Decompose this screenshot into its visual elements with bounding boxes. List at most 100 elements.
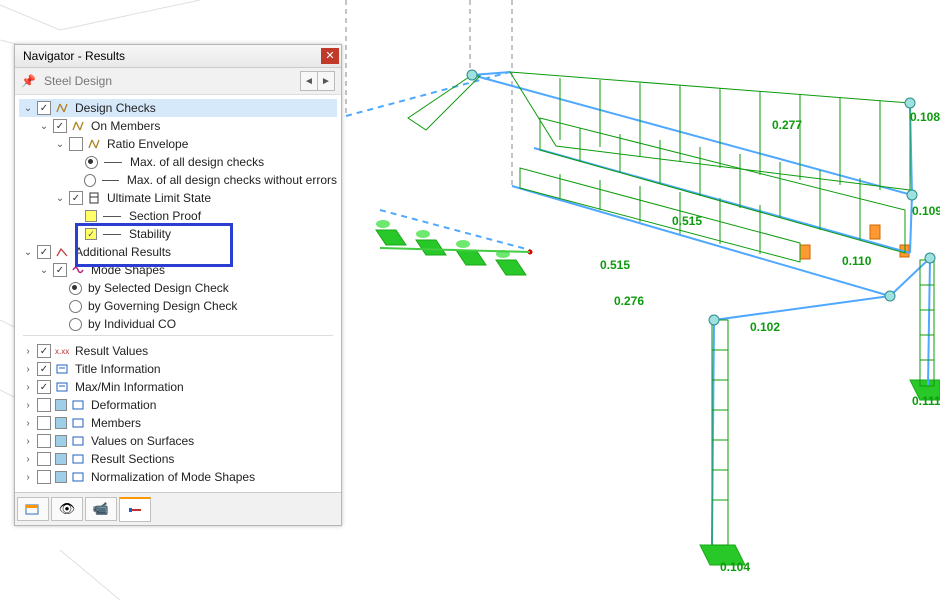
checkbox[interactable] [37,101,51,115]
sections-icon [71,452,85,466]
color-swatch [55,399,67,411]
checkbox[interactable] [37,434,51,448]
members-icon [71,416,85,430]
dash-icon [103,234,121,235]
mode-shapes-icon [71,263,85,277]
checkbox[interactable] [37,362,51,376]
tree-item-ratio-envelope[interactable]: ⌄ Ratio Envelope [19,135,337,153]
vp-label: 0.111 [912,394,940,408]
close-button[interactable]: ✕ [321,48,339,64]
vp-label: 0.110 [842,254,871,268]
tree-item-by-selected[interactable]: by Selected Design Check [19,279,337,297]
navigator-panel: Navigator - Results ✕ 📌 Steel Design ◄ ►… [14,44,342,526]
prev-button[interactable]: ◄ [300,71,318,91]
pin-icon[interactable]: 📌 [21,74,36,88]
panel-toolbar: 📌 Steel Design ◄ ► [15,68,341,95]
panel-titlebar[interactable]: Navigator - Results ✕ [15,45,341,68]
tree-item-deformation[interactable]: › Deformation [19,396,337,414]
checkbox[interactable] [53,119,67,133]
vp-label: 0.104 [720,560,750,574]
tree-item-section-proof[interactable]: Section Proof [19,207,337,225]
vp-label: 0.102 [750,320,780,334]
supports-group [376,220,940,565]
tab-display[interactable] [17,497,49,521]
svg-text:x.xx: x.xx [55,347,69,356]
expander-icon[interactable]: › [23,418,33,429]
tree-item-by-individual-co[interactable]: by Individual CO [19,315,337,333]
tree-item-mode-shapes[interactable]: ⌄ Mode Shapes [19,261,337,279]
tree-item-stability[interactable]: ✓ Stability [19,225,337,243]
vp-label: 0.108 [910,110,940,124]
tree-item-result-sections[interactable]: › Result Sections [19,450,337,468]
color-swatch [55,453,67,465]
member-icon [55,101,69,115]
checkbox[interactable] [37,380,51,394]
results-icon [55,245,69,259]
tree-item-on-members[interactable]: ⌄ On Members [19,117,337,135]
tree-item-max-no-errors[interactable]: Max. of all design checks without errors [19,171,337,189]
expander-icon[interactable]: ⌄ [39,121,49,132]
radio[interactable] [85,156,98,169]
results-tree[interactable]: ⌄ Design Checks ⌄ On Members ⌄ Ratio Env… [15,95,341,492]
dash-icon [103,216,121,217]
tree-item-additional-results[interactable]: ⌄ Additional Results [19,243,337,261]
checkbox[interactable] [37,398,51,412]
radio[interactable] [69,318,82,331]
maxmin-icon [55,380,69,394]
dash-icon [102,180,119,181]
checkbox[interactable] [69,137,83,151]
tree-item-title-information[interactable]: › Title Information [19,360,337,378]
checkbox[interactable] [37,452,51,466]
checkbox[interactable] [53,263,67,277]
expander-icon[interactable]: ⌄ [39,265,49,276]
expander-icon[interactable]: › [23,454,33,465]
vp-label: 0.515 [672,214,702,228]
expander-icon[interactable]: › [23,382,33,393]
design-type-combo[interactable]: Steel Design [42,74,294,88]
expander-icon[interactable]: ⌄ [55,193,65,204]
checkbox[interactable] [85,210,97,222]
checkbox[interactable] [37,470,51,484]
normalization-icon [71,470,85,484]
checkbox[interactable] [37,344,51,358]
tab-results[interactable] [119,497,151,522]
tree-item-design-checks[interactable]: ⌄ Design Checks [19,99,337,117]
separator [23,335,333,336]
expander-icon[interactable]: › [23,364,33,375]
tree-item-values-on-surfaces[interactable]: › Values on Surfaces [19,432,337,450]
tree-item-by-governing[interactable]: by Governing Design Check [19,297,337,315]
tree-item-members[interactable]: › Members [19,414,337,432]
checkbox[interactable] [69,191,83,205]
checkbox[interactable] [37,245,51,259]
tab-camera[interactable]: 📹 [85,497,117,521]
surfaces-icon [71,434,85,448]
tree-item-result-values[interactable]: › x.xx Result Values [19,342,337,360]
expander-icon[interactable]: ⌄ [55,139,65,150]
radio[interactable] [69,300,82,313]
deformation-icon [71,398,85,412]
checkbox[interactable] [37,416,51,430]
radio[interactable] [84,174,96,187]
tree-item-uls[interactable]: ⌄ Ultimate Limit State [19,189,337,207]
tab-visibility[interactable]: 👁 [51,497,83,521]
expander-icon[interactable]: › [23,400,33,411]
state-icon [87,191,101,205]
beam-icon [71,119,85,133]
expander-icon[interactable]: ⌄ [23,247,33,258]
expander-icon[interactable]: › [23,472,33,483]
expander-icon[interactable]: › [23,436,33,447]
checkbox[interactable]: ✓ [85,228,97,240]
vp-label: 0.277 [772,118,802,132]
tree-item-maxmin-information[interactable]: › Max/Min Information [19,378,337,396]
expander-icon[interactable]: › [23,346,33,357]
panel-tabbar: 👁 📹 [15,492,341,525]
radio[interactable] [69,282,82,295]
values-icon: x.xx [55,344,69,358]
tree-item-max-all[interactable]: Max. of all design checks [19,153,337,171]
tree-item-normalization[interactable]: › Normalization of Mode Shapes [19,468,337,486]
expander-icon[interactable]: ⌄ [23,103,33,114]
next-button[interactable]: ► [318,71,335,91]
panel-title: Navigator - Results [23,49,125,63]
vp-label: 0.276 [614,294,644,308]
color-swatch [55,471,67,483]
